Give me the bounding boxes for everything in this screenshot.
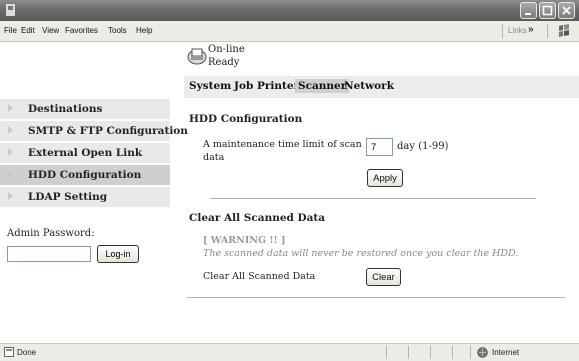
tab-system[interactable]: System (186, 79, 234, 93)
statusbar-separator (452, 346, 453, 359)
internet-globe-icon (477, 347, 488, 358)
days-unit-label: day (1-99) (397, 141, 449, 152)
tab-network[interactable]: Network (341, 79, 397, 93)
menu-help[interactable]: Help (136, 26, 152, 35)
tab-bar: System Job Printer Scanner Network (184, 76, 579, 98)
menu-file[interactable]: File (4, 26, 17, 35)
maximize-icon[interactable] (539, 2, 556, 19)
menu-bar: File Edit View Favorites Tools Help Link… (0, 21, 579, 42)
warning-title: [ WARNING !! ] (203, 235, 286, 246)
sidebar-item-destinations[interactable]: Destinations (0, 99, 170, 120)
warning-text: The scanned data will never be restored … (203, 248, 519, 259)
maintenance-days-input[interactable] (366, 138, 393, 156)
status-done: Done (17, 348, 37, 357)
links-chevron[interactable]: » (528, 24, 534, 35)
menu-favorites[interactable]: Favorites (65, 26, 98, 35)
clear-button[interactable]: Clear (366, 268, 401, 286)
statusbar-separator (430, 346, 431, 359)
menu-edit[interactable]: Edit (21, 26, 35, 35)
sidebar-item-ldap-setting[interactable]: LDAP Setting (0, 187, 170, 208)
apply-button[interactable]: Apply (367, 169, 403, 187)
bullet-arrow-icon (8, 126, 13, 134)
status-ready: Ready (208, 57, 240, 68)
section-divider (187, 297, 565, 298)
status-bar: Done Internet (0, 343, 579, 361)
menu-separator (502, 24, 503, 38)
clear-scanned-data-label: Clear All Scanned Data (203, 271, 316, 282)
status-zone: Internet (492, 348, 520, 357)
hdd-configuration-heading: HDD Configuration (189, 113, 303, 125)
tab-job[interactable]: Job (231, 79, 256, 93)
minimize-icon[interactable] (520, 2, 537, 19)
windows-logo-icon (553, 22, 575, 40)
statusbar-separator (408, 346, 409, 359)
sidebar-item-label: External Open Link (28, 147, 143, 159)
sidebar-item-smtp-ftp[interactable]: SMTP & FTP Configuration (0, 121, 188, 142)
admin-password-input[interactable] (7, 246, 91, 262)
status-online: On-line (208, 44, 245, 55)
menu-separator (547, 24, 548, 38)
sidebar-item-hdd-configuration[interactable]: HDD Configuration (0, 165, 170, 186)
clear-scanned-data-heading: Clear All Scanned Data (189, 212, 326, 224)
sidebar-item-external-open-link[interactable]: External Open Link (0, 143, 170, 164)
login-button[interactable]: Log-in (97, 245, 139, 263)
bullet-arrow-icon (8, 148, 13, 156)
page-done-icon (4, 347, 14, 357)
links-toolbar[interactable]: Links (508, 26, 527, 35)
sidebar-item-label: LDAP Setting (28, 191, 108, 203)
menu-tools[interactable]: Tools (108, 26, 127, 35)
bullet-arrow-icon (8, 170, 13, 178)
sidebar-item-label: HDD Configuration (28, 169, 142, 181)
bullet-arrow-icon (8, 192, 13, 200)
title-bar (0, 0, 579, 21)
statusbar-separator (470, 346, 471, 359)
sidebar-item-label: SMTP & FTP Configuration (28, 125, 188, 137)
maintenance-time-label: A maintenance time limit of scan data (203, 139, 362, 163)
close-icon[interactable] (558, 2, 575, 19)
statusbar-separator (386, 346, 387, 359)
admin-password-label: Admin Password: (7, 228, 95, 239)
section-divider (210, 198, 536, 199)
printer-status-icon (187, 44, 208, 68)
app-icon (4, 3, 17, 17)
sidebar-item-label: Destinations (28, 103, 103, 115)
menu-view[interactable]: View (42, 26, 59, 35)
bullet-arrow-icon (8, 104, 13, 112)
